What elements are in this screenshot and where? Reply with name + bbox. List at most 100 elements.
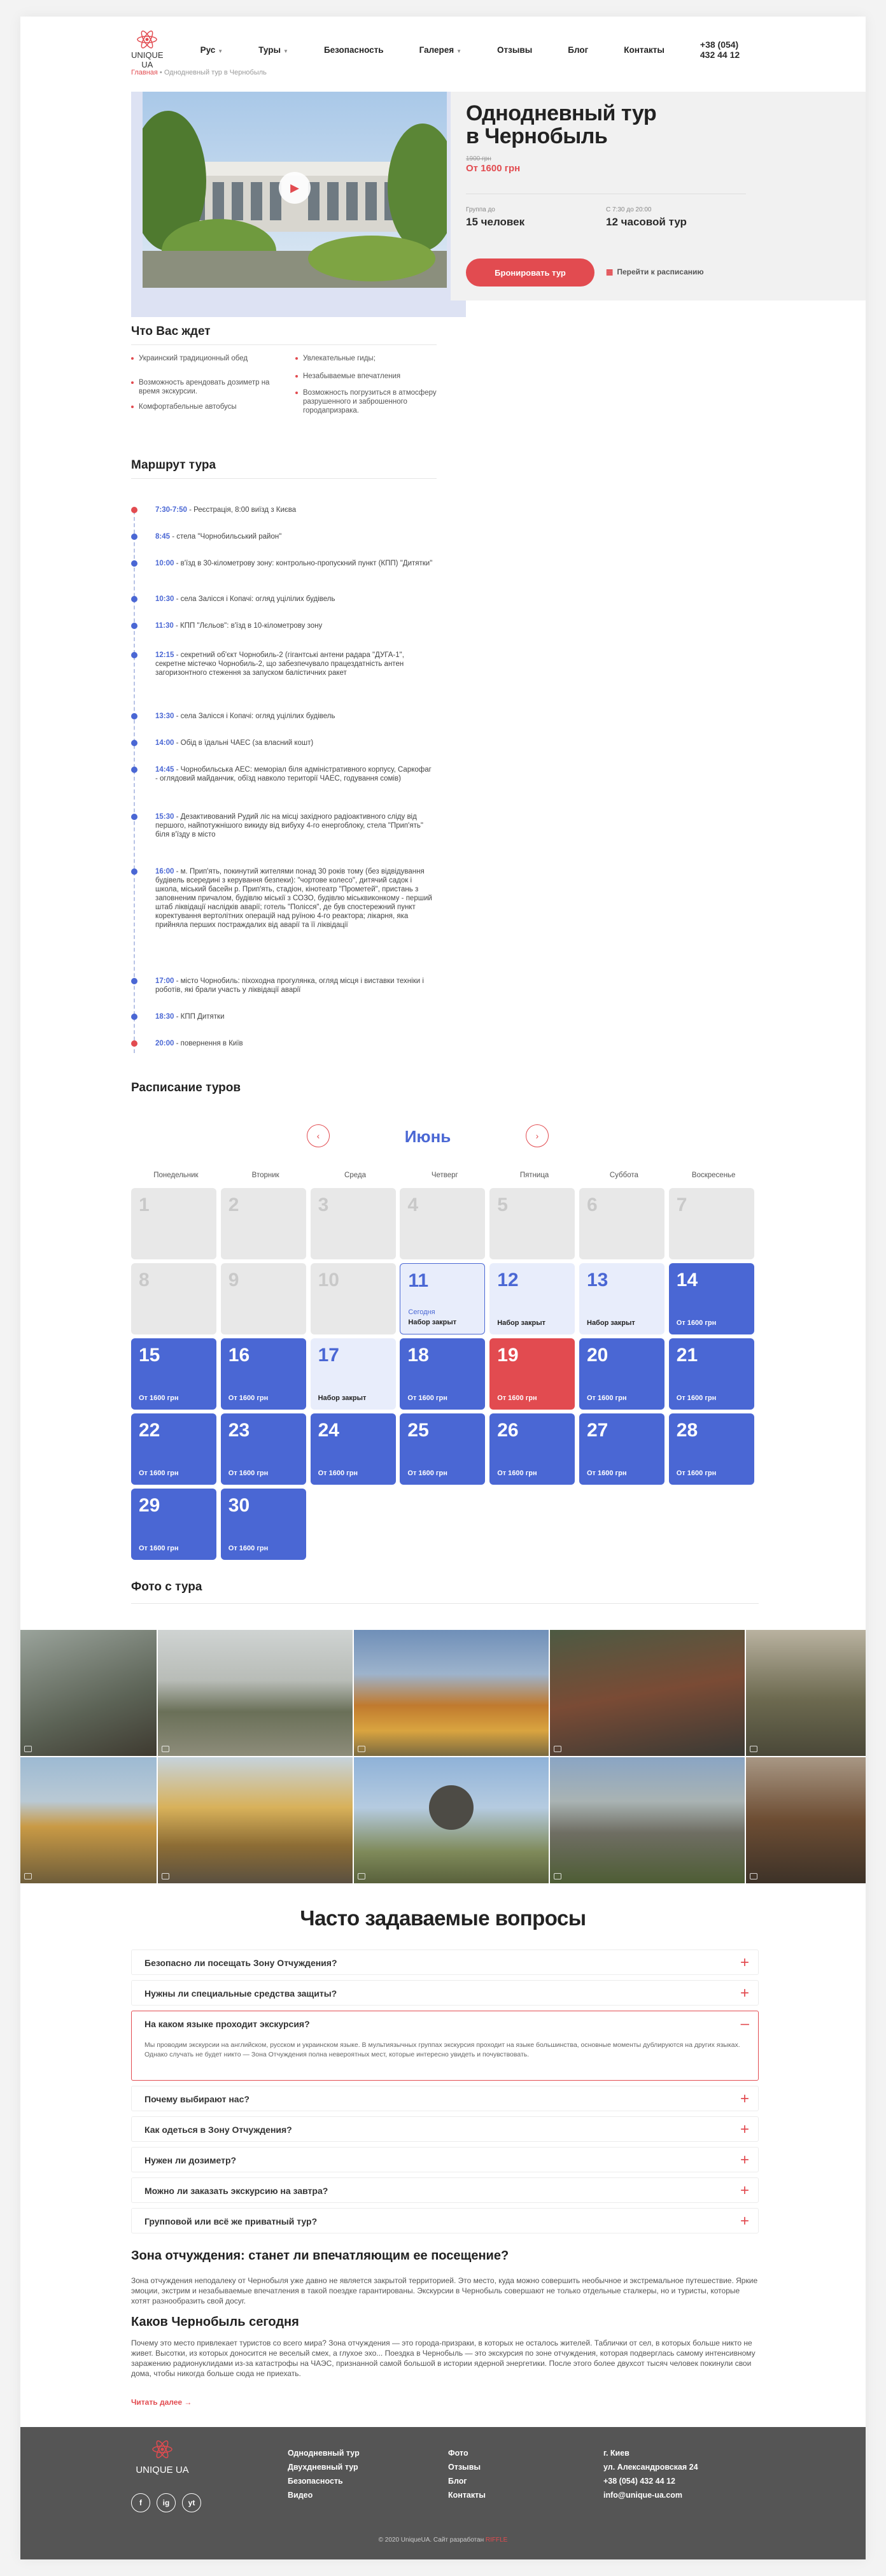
- route-item: 10:30 - села Залісся і Копачі: огляд уці…: [131, 595, 435, 604]
- timeline-dot: [131, 623, 137, 629]
- calendar-day[interactable]: 30 От 1600 грн: [220, 1489, 306, 1560]
- calendar-day[interactable]: 27 От 1600 грн: [579, 1413, 664, 1485]
- faq-item-open[interactable]: На каком языке проходит экскурсия? – Мы пр…: [131, 2011, 759, 2081]
- calendar-day[interactable]: 18 От 1600 грн: [400, 1338, 486, 1410]
- youtube-icon[interactable]: yt: [182, 2493, 201, 2512]
- faq-item[interactable]: Групповой или всё же приватный тур? +: [131, 2208, 759, 2233]
- nav-tours[interactable]: Туры ▼: [258, 45, 288, 55]
- faq-title: Часто задаваемые вопросы: [300, 1906, 586, 1930]
- calendar-day[interactable]: 15 От 1600 грн: [131, 1338, 216, 1410]
- plus-icon[interactable]: +: [740, 1954, 749, 1972]
- instagram-icon[interactable]: ig: [157, 2493, 176, 2512]
- book-tour-button[interactable]: Бронировать тур: [466, 258, 594, 287]
- footer-link[interactable]: Отзывы: [448, 2460, 486, 2474]
- nav-gallery[interactable]: Галерея ▼: [419, 45, 461, 55]
- schedule-link[interactable]: ▦ Перейти к расписанию: [606, 267, 704, 276]
- plus-icon[interactable]: +: [740, 1985, 749, 2002]
- calendar-day[interactable]: 21 От 1600 грн: [668, 1338, 754, 1410]
- gallery-photo[interactable]: [354, 1757, 549, 1883]
- play-icon[interactable]: ▶: [279, 172, 311, 204]
- nav-safety[interactable]: Безопасность: [324, 45, 384, 55]
- plus-icon[interactable]: +: [740, 2151, 749, 2169]
- faq-item[interactable]: Нужны ли специальные средства защиты? +: [131, 1980, 759, 2006]
- weekday-label: Воскресенье: [691, 1171, 736, 1179]
- gallery-photo[interactable]: [158, 1630, 353, 1756]
- list-item: Увлекательные гиды;: [295, 354, 448, 363]
- faq-item[interactable]: Нужен ли дозиметр? +: [131, 2147, 759, 2172]
- calendar-day[interactable]: 24 От 1600 грн: [310, 1413, 396, 1485]
- route-item: 18:30 - КПП Дитятки: [131, 1012, 435, 1021]
- footer-link[interactable]: Однодневный тур: [288, 2446, 360, 2460]
- gallery-photo[interactable]: [550, 1630, 745, 1756]
- plus-icon[interactable]: +: [740, 2182, 749, 2200]
- gallery-photo[interactable]: [20, 1757, 157, 1883]
- calendar-day[interactable]: 28 От 1600 грн: [668, 1413, 754, 1485]
- calendar-day[interactable]: 19 От 1600 грн: [489, 1338, 575, 1410]
- calendar-day[interactable]: 25 От 1600 грн: [400, 1413, 486, 1485]
- footer-link[interactable]: Видео: [288, 2488, 360, 2502]
- footer-logo[interactable]: UNIQUE UA: [134, 2440, 191, 2475]
- logo-text: UNIQUE UA: [136, 2465, 189, 2475]
- footer-link[interactable]: Безопасность: [288, 2474, 360, 2488]
- breadcrumb-home[interactable]: Главная: [131, 69, 158, 76]
- calendar-day[interactable]: 23 От 1600 грн: [220, 1413, 306, 1485]
- footer-phone[interactable]: +38 (054) 432 44 12: [603, 2474, 698, 2488]
- breadcrumb-sep: •: [157, 69, 164, 76]
- nav-contacts[interactable]: Контакты: [624, 45, 664, 55]
- read-more-link[interactable]: Читать далее →: [131, 2398, 192, 2407]
- calendar-day[interactable]: 12 Набор закрыт: [489, 1263, 575, 1334]
- calendar-day[interactable]: 14 От 1600 грн: [668, 1263, 754, 1334]
- faq-item[interactable]: Можно ли заказать экскурсию на завтра? +: [131, 2177, 759, 2203]
- gallery-photo[interactable]: [746, 1757, 866, 1883]
- gallery-photo[interactable]: [158, 1757, 353, 1883]
- day-number: 20: [587, 1345, 608, 1366]
- route-item: 14:45 - Чорнобильська АЕС: меморіал біля…: [131, 765, 435, 783]
- developer-link[interactable]: RIFFLE: [486, 2537, 507, 2544]
- calendar-day[interactable]: 22 От 1600 грн: [131, 1413, 216, 1485]
- header-phone[interactable]: +38 (054) 432 44 12: [700, 39, 755, 60]
- day-number: 17: [318, 1345, 339, 1366]
- minus-icon[interactable]: –: [741, 2015, 749, 2033]
- gallery-photo[interactable]: [20, 1630, 157, 1756]
- tour-title: Однодневный тур в Чернобыль: [466, 101, 657, 148]
- faq-item[interactable]: Как одеться в Зону Отчуждения? +: [131, 2116, 759, 2142]
- calendar-day[interactable]: 29 От 1600 грн: [131, 1489, 216, 1560]
- footer-link[interactable]: Двухдневный тур: [288, 2460, 360, 2474]
- camera-icon: [162, 1873, 169, 1879]
- day-number: 8: [139, 1270, 150, 1291]
- calendar-day[interactable]: 13 Набор закрыт: [579, 1263, 664, 1334]
- footer-link[interactable]: Фото: [448, 2446, 486, 2460]
- gallery-photo[interactable]: [746, 1630, 866, 1756]
- plus-icon[interactable]: +: [740, 2121, 749, 2139]
- calendar-day[interactable]: 26 От 1600 грн: [489, 1413, 575, 1485]
- gallery-photo[interactable]: [354, 1630, 549, 1756]
- article-heading: Каков Чернобыль сегодня: [131, 2315, 299, 2329]
- nav-blog[interactable]: Блог: [568, 45, 588, 55]
- next-month-arrow-icon[interactable]: ›: [526, 1124, 549, 1147]
- camera-icon: [358, 1746, 365, 1752]
- plus-icon[interactable]: +: [740, 2090, 749, 2108]
- divider: [131, 478, 437, 479]
- footer-link[interactable]: Блог: [448, 2474, 486, 2488]
- nav-language[interactable]: Рус ▼: [200, 45, 223, 55]
- faq-item[interactable]: Почему выбирают нас? +: [131, 2086, 759, 2111]
- logo[interactable]: UNIQUE UA: [131, 30, 164, 69]
- day-number: 16: [228, 1345, 250, 1366]
- facebook-icon[interactable]: f: [131, 2493, 150, 2512]
- plus-icon[interactable]: +: [740, 2212, 749, 2230]
- footer-link[interactable]: Контакты: [448, 2488, 486, 2502]
- calendar-day[interactable]: 17 Набор закрыт: [310, 1338, 396, 1410]
- tour-video-thumbnail[interactable]: ▶: [143, 92, 447, 288]
- nav-reviews[interactable]: Отзывы: [497, 45, 532, 55]
- footer-email[interactable]: info@unique-ua.com: [603, 2488, 698, 2502]
- faq-item[interactable]: Безопасно ли посещать Зону Отчуждения? +: [131, 1950, 759, 1975]
- day-status: От 1600 грн: [228, 1394, 269, 1402]
- day-status: От 1600 грн: [228, 1469, 269, 1477]
- day-number: 28: [676, 1420, 698, 1441]
- timeline-dot: [131, 740, 137, 746]
- calendar-day[interactable]: 11 Сегодня Набор закрыт: [400, 1263, 486, 1334]
- gallery-title: Фото с тура: [131, 1580, 202, 1594]
- gallery-photo[interactable]: [550, 1757, 745, 1883]
- calendar-day[interactable]: 16 От 1600 грн: [220, 1338, 306, 1410]
- calendar-day[interactable]: 20 От 1600 грн: [579, 1338, 664, 1410]
